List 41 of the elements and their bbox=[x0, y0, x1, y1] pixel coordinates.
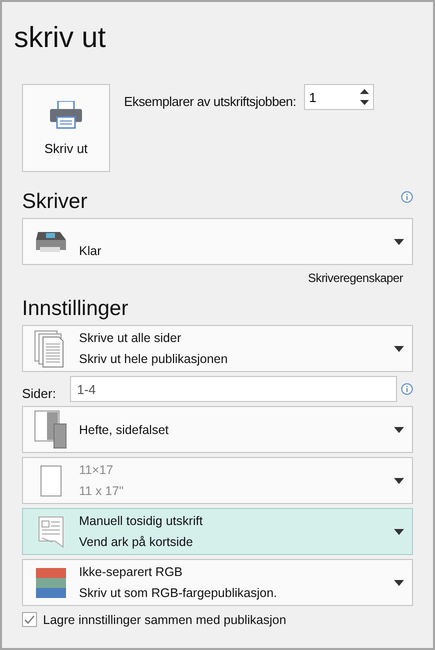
caret-icon bbox=[394, 238, 404, 244]
caret-icon bbox=[394, 478, 404, 484]
settings-dropdown[interactable]: Hefte, sidefalset bbox=[22, 406, 413, 453]
page-title: skriv ut bbox=[14, 22, 107, 56]
copies-label: Eksemplarer av utskriftsjobben: bbox=[124, 94, 296, 111]
spin-arrows-icon[interactable] bbox=[360, 88, 370, 106]
option-title: Hefte, sidefalset bbox=[79, 422, 170, 436]
checkbox-label: Lagre innstillinger sammen med publikasjon bbox=[43, 612, 286, 626]
caret-icon bbox=[394, 426, 404, 432]
printer-icon bbox=[34, 230, 68, 254]
option-title: Manuell tosidig utskrift bbox=[79, 514, 204, 528]
info-icon[interactable] bbox=[401, 383, 413, 395]
page-icon bbox=[40, 464, 62, 496]
copies-spinner[interactable]: 1 bbox=[304, 84, 374, 110]
info-icon[interactable] bbox=[401, 191, 413, 203]
settings-dropdown[interactable]: Skrive ut alle sider Skriv ut hele publikasjonen bbox=[22, 325, 413, 372]
caret-icon bbox=[394, 528, 404, 534]
option-title: Ikke-separert RGB bbox=[79, 565, 184, 579]
settings-dropdown[interactable]: Manuell tosidig utskrift Vend ark på kortside bbox=[22, 508, 413, 555]
document-icon bbox=[38, 516, 64, 548]
printer-icon bbox=[50, 100, 82, 128]
print-button[interactable]: Skriv ut bbox=[22, 84, 110, 172]
pages-field[interactable]: 1-4 bbox=[70, 376, 397, 402]
option-title: 11×17 bbox=[79, 463, 114, 477]
option-title: Skrive ut alle sider bbox=[79, 331, 182, 345]
booklet-icon bbox=[34, 410, 68, 450]
checkbox[interactable] bbox=[22, 612, 37, 627]
pages-label: Sider: bbox=[22, 386, 57, 400]
option-description: Vend ark på kortside bbox=[79, 535, 194, 549]
color-bands-icon bbox=[36, 568, 66, 598]
option-description: 11 x 17" bbox=[79, 484, 125, 498]
section-heading: Skriver bbox=[22, 190, 88, 214]
caret-icon bbox=[394, 580, 404, 586]
settings-dropdown[interactable]: Ikke-separert RGB Skriv ut som RGB-fargepublikasjon. bbox=[22, 559, 413, 606]
printer-status: Klar bbox=[79, 244, 102, 258]
option-description: Skriv ut som RGB-fargepublikasjon. bbox=[79, 586, 278, 600]
option-description: Skriv ut hele publikasjonen bbox=[79, 352, 229, 366]
printer-dropdown[interactable]: Klar bbox=[22, 218, 413, 265]
section-heading: Innstillinger bbox=[22, 297, 128, 321]
caret-icon bbox=[394, 346, 404, 352]
printer-properties-link[interactable]: Skriveregenskaper bbox=[308, 271, 403, 285]
